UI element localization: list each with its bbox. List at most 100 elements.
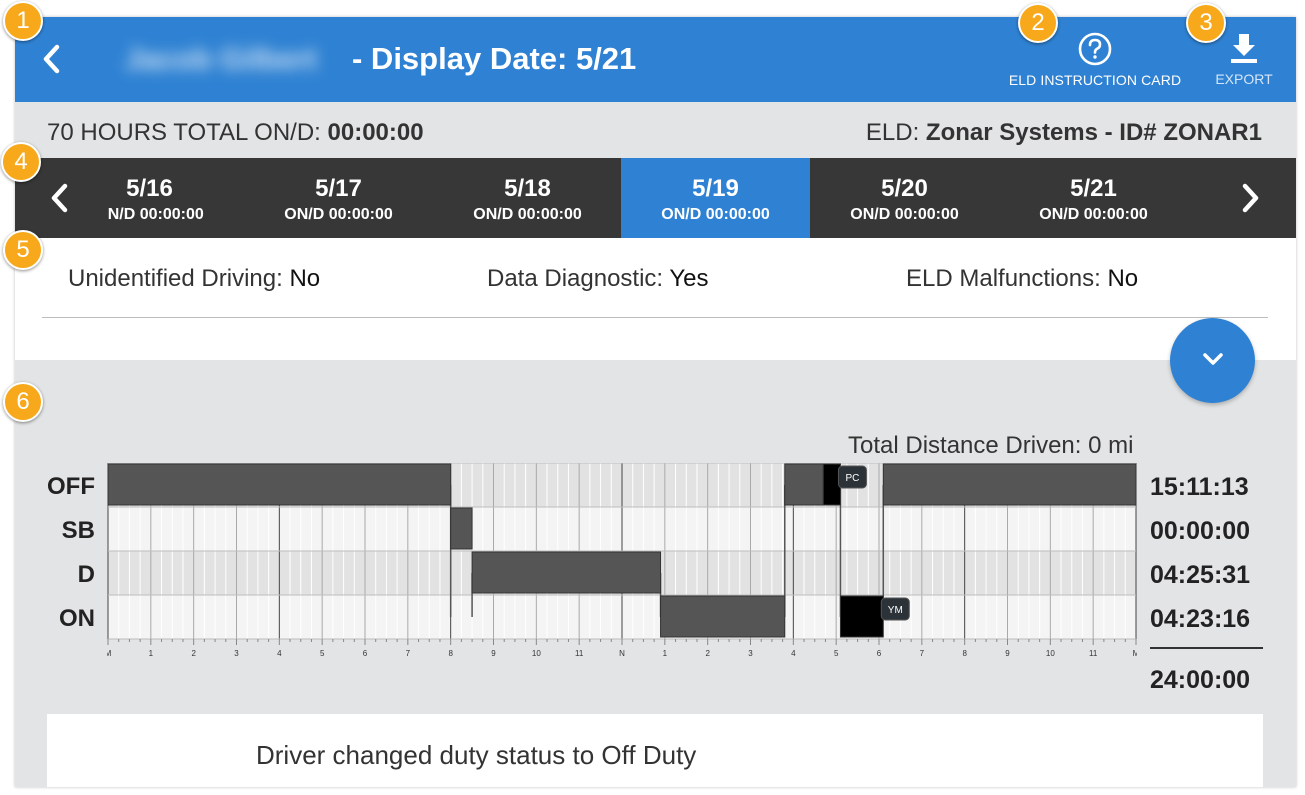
question-circle-icon (1078, 32, 1112, 66)
hour-label: 5 (320, 649, 325, 658)
export-label: EXPORT (1215, 71, 1273, 87)
back-button[interactable] (37, 41, 67, 77)
duty-segment (107, 463, 452, 506)
hour-label: 3 (748, 649, 753, 658)
hour-label: 11 (1089, 649, 1098, 658)
day-hours: ON/D 00:00:00 (1039, 206, 1148, 223)
eld-instruction-card-label: ELD INSTRUCTION CARD (1008, 72, 1182, 88)
row-label-sb: SB (61, 517, 95, 544)
summary-bar: 70 HOURS TOTAL ON/D: 00:00:00 ELD: Zonar… (15, 102, 1296, 158)
event-description: Driver changed duty status to Off Duty (256, 740, 697, 770)
hour-label: 1 (149, 649, 154, 658)
weekly-hours: 70 HOURS TOTAL ON/D: 00:00:00 (47, 119, 424, 147)
grand-total: 24:00:00 (1150, 666, 1251, 694)
hour-label: 2 (191, 649, 196, 658)
chevron-left-icon (43, 44, 60, 74)
event-list-item[interactable]: Driver changed duty status to Off Duty (47, 714, 1263, 787)
day-date: 5/16 (126, 175, 173, 202)
total-off: 15:11:13 (1150, 473, 1249, 501)
hour-label: 11 (575, 649, 584, 658)
hour-label: 6 (363, 649, 368, 658)
day-tab[interactable]: 5/18 ON/D 00:00:00 (433, 158, 622, 238)
day-list: 5/16 ON/D 00:00:00 5/17 ON/D 00:00:00 5/… (107, 158, 1217, 238)
next-days-button[interactable] (1235, 180, 1265, 216)
row-label-on: ON (59, 605, 95, 632)
hour-label: 9 (1005, 649, 1010, 658)
hour-label: 9 (491, 649, 496, 658)
hour-label: 10 (1046, 649, 1055, 658)
hour-label: 8 (962, 649, 967, 658)
hour-label: 5 (834, 649, 839, 658)
callout-badge: 5 (3, 230, 43, 270)
total-distance-value: 0 mi (1088, 432, 1134, 459)
chevron-right-icon (1242, 183, 1259, 213)
hour-label: 6 (877, 649, 882, 658)
eld-instruction-card-button[interactable]: ELD INSTRUCTION CARD (995, 31, 1195, 91)
previous-days-button[interactable] (45, 180, 75, 216)
day-tab[interactable]: 5/16 ON/D 00:00:00 (107, 158, 244, 238)
callout-badge: 1 (3, 1, 43, 41)
hour-label: 8 (448, 649, 453, 658)
data-diagnostic-status: Data Diagnostic: Yes (487, 265, 708, 293)
eld-id: ELD: Zonar Systems - ID# ZONAR1 (866, 119, 1262, 147)
status-tag-label: YM (888, 605, 903, 616)
weekly-hours-label: 70 HOURS TOTAL ON/D: (47, 119, 321, 146)
day-date: 5/20 (881, 175, 928, 202)
day-hours: ON/D 00:00:00 (850, 206, 959, 223)
eld-log-screen: Jacob Gilbert - Display Date: 5/21 ELD I… (15, 17, 1296, 787)
hour-label: M (1133, 649, 1137, 658)
driver-name: Jacob Gilbert (125, 43, 317, 76)
day-hours: ON/D 00:00:00 (107, 206, 204, 223)
day-date: 5/19 (692, 175, 739, 202)
hour-label: 7 (920, 649, 925, 658)
day-hours: ON/D 00:00:00 (661, 206, 770, 223)
hour-label: 4 (277, 649, 282, 658)
day-hours: ON/D 00:00:00 (284, 206, 393, 223)
unidentified-driving-value: No (289, 265, 321, 292)
row-label-off: OFF (47, 473, 95, 500)
day-date: 5/21 (1070, 175, 1117, 202)
export-button[interactable]: EXPORT (1207, 31, 1281, 91)
hour-label: M (107, 649, 112, 658)
duty-status-grid[interactable]: PC YM M 1 2 3 4 5 6 7 8 9 10 11 N 1 2 3 4 5 6 7 8 9 10 11 M (107, 463, 1137, 663)
callout-badge: 2 (1018, 3, 1058, 43)
date-strip: 5/16 ON/D 00:00:00 5/17 ON/D 00:00:00 5/… (15, 158, 1296, 238)
day-date: 5/17 (315, 175, 362, 202)
day-tab[interactable]: 5/21 ON/D 00:00:00 (999, 158, 1188, 238)
duty-segment (471, 551, 662, 594)
unidentified-driving-label: Unidentified Driving: (68, 265, 283, 292)
hour-label: 1 (663, 649, 668, 658)
page-title: - Display Date: 5/21 (352, 41, 637, 76)
duty-segment (660, 595, 786, 638)
duty-segment (450, 507, 473, 550)
eld-malfunctions-label: ELD Malfunctions: (906, 265, 1101, 292)
eld-label: ELD: (865, 119, 920, 146)
chevron-down-icon (1203, 353, 1223, 365)
hour-label: N (619, 649, 625, 658)
total-distance-label: Total Distance Driven: (848, 432, 1082, 459)
hour-label: 4 (791, 649, 796, 658)
eld-malfunctions-status: ELD Malfunctions: No (906, 265, 1138, 293)
hour-label: 3 (234, 649, 239, 658)
total-d: 04:25:31 (1150, 561, 1251, 589)
expand-button[interactable] (1170, 318, 1255, 403)
data-diagnostic-value: Yes (669, 265, 709, 292)
duty-segment (784, 463, 824, 506)
total-on: 04:23:16 (1150, 605, 1251, 633)
duty-segment (822, 463, 841, 506)
status-tag-label: PC (845, 473, 859, 484)
day-tab[interactable]: 5/20 ON/D 00:00:00 (810, 158, 999, 238)
day-tab[interactable]: 5/19 ON/D 00:00:00 (621, 158, 810, 238)
chevron-left-icon (51, 183, 68, 213)
day-tab[interactable]: 5/17 ON/D 00:00:00 (244, 158, 433, 238)
download-icon (1231, 34, 1257, 63)
hour-label: 2 (705, 649, 710, 658)
duty-segment (839, 595, 884, 638)
compliance-status-panel: Unidentified Driving: No Data Diagnostic… (15, 238, 1296, 360)
eld-value: Zonar Systems - ID# ZONAR1 (925, 119, 1262, 146)
total-distance: Total Distance Driven: 0 mi (848, 432, 1133, 460)
duty-segment (882, 463, 1137, 506)
callout-badge: 4 (1, 142, 41, 182)
app-header: Jacob Gilbert - Display Date: 5/21 ELD I… (15, 17, 1296, 102)
day-hours: ON/D 00:00:00 (473, 206, 582, 223)
